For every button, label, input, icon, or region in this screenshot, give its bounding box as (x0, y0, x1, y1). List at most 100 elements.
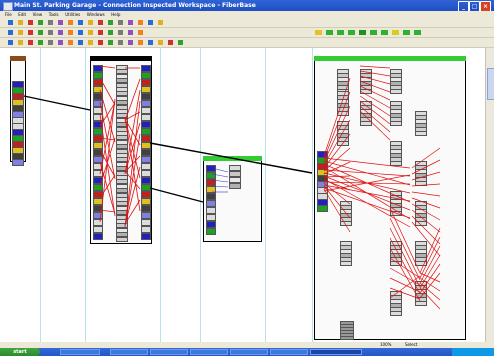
connection-line[interactable] (359, 90, 391, 109)
toolbar-button-icon[interactable] (359, 30, 366, 35)
connection-line[interactable] (124, 78, 141, 122)
toolbar-button-icon[interactable] (38, 20, 43, 25)
toolbar-button-icon[interactable] (48, 30, 53, 35)
connection-line[interactable] (411, 209, 441, 233)
connection-line[interactable] (411, 221, 441, 257)
toolbar-button-icon[interactable] (128, 40, 133, 45)
menu-help[interactable]: Help (111, 11, 120, 18)
connection-line[interactable] (99, 98, 116, 223)
connection-line[interactable] (411, 147, 441, 169)
toolbar-button-icon[interactable] (138, 30, 143, 35)
toolbar-button-icon[interactable] (118, 20, 123, 25)
toolbar-button-icon[interactable] (128, 30, 133, 35)
toolbar-button-icon[interactable] (58, 40, 63, 45)
connection-line[interactable] (323, 187, 411, 219)
connection-line[interactable] (149, 187, 204, 203)
toolbar-button-icon[interactable] (8, 20, 13, 25)
toolbar-button-icon[interactable] (178, 40, 183, 45)
toolbar-button-icon[interactable] (326, 30, 333, 35)
toolbar-button-icon[interactable] (28, 40, 33, 45)
toolbar-button-icon[interactable] (118, 30, 123, 35)
toolbar-button-icon[interactable] (18, 30, 23, 35)
toolbar-button-icon[interactable] (88, 20, 93, 25)
toolbar-button-icon[interactable] (403, 30, 410, 35)
toolbar-button-icon[interactable] (88, 40, 93, 45)
connection-line[interactable] (411, 215, 441, 245)
taskbar-item[interactable] (230, 349, 268, 355)
toolbar-button-icon[interactable] (414, 30, 421, 35)
connection-line[interactable] (99, 209, 116, 213)
connection-line[interactable] (411, 171, 441, 181)
vertical-scrollbar[interactable] (485, 48, 494, 342)
connection-line[interactable] (411, 191, 441, 197)
toolbar-button-icon[interactable] (38, 40, 43, 45)
taskbar-item[interactable] (150, 349, 188, 355)
toolbar-button-icon[interactable] (381, 30, 388, 35)
connection-line[interactable] (124, 170, 141, 190)
connection-line[interactable] (359, 105, 391, 133)
toolbar-button-icon[interactable] (108, 40, 113, 45)
toolbar-button-icon[interactable] (98, 30, 103, 35)
connection-line[interactable] (23, 95, 91, 111)
connection-line[interactable] (99, 77, 116, 106)
toolbar-button-icon[interactable] (58, 20, 63, 25)
menu-tools[interactable]: Tools (49, 11, 59, 18)
menu-view[interactable]: View (33, 11, 43, 18)
toolbar-button-icon[interactable] (392, 30, 399, 35)
toolbar-button-icon[interactable] (38, 30, 43, 35)
toolbar-button-icon[interactable] (108, 20, 113, 25)
connection-line[interactable] (389, 237, 421, 295)
toolbar-button-icon[interactable] (28, 20, 33, 25)
start-button[interactable]: start (0, 348, 40, 356)
connection-line[interactable] (389, 247, 421, 302)
toolbar-button-icon[interactable] (98, 40, 103, 45)
menu-file[interactable]: File (5, 11, 12, 18)
toolbar-button-icon[interactable] (98, 20, 103, 25)
connection-line[interactable] (323, 175, 351, 178)
toolbar-button-icon[interactable] (18, 40, 23, 45)
toolbar-button-icon[interactable] (158, 40, 163, 45)
connection-line[interactable] (323, 174, 411, 192)
toolbar-button-icon[interactable] (337, 30, 344, 35)
connection-line[interactable] (323, 91, 351, 160)
toolbar-button-icon[interactable] (68, 40, 73, 45)
toolbar-button-icon[interactable] (48, 40, 53, 45)
toolbar-button-icon[interactable] (138, 40, 143, 45)
workspace-canvas[interactable] (0, 48, 486, 342)
menu-windows[interactable]: Windows (87, 11, 105, 18)
connection-line[interactable] (359, 100, 391, 125)
taskbar-item[interactable] (110, 349, 148, 355)
toolbar-button-icon[interactable] (78, 20, 83, 25)
connection-line[interactable] (211, 185, 229, 188)
connection-line[interactable] (149, 142, 313, 174)
connection-line[interactable] (99, 65, 116, 69)
toolbar-button-icon[interactable] (28, 30, 33, 35)
connection-line[interactable] (359, 70, 391, 77)
toolbar-button-icon[interactable] (68, 20, 73, 25)
toolbar-button-icon[interactable] (168, 40, 173, 45)
toolbar-button-icon[interactable] (138, 20, 143, 25)
toolbar-button-icon[interactable] (48, 20, 53, 25)
taskbar-item[interactable] (270, 349, 308, 355)
toolbar-button-icon[interactable] (148, 20, 153, 25)
taskbar-item[interactable] (190, 349, 228, 355)
connection-line[interactable] (389, 275, 421, 299)
toolbar-button-icon[interactable] (58, 30, 63, 35)
connection-line[interactable] (419, 227, 441, 274)
menu-utilities[interactable]: Utilities (65, 11, 80, 18)
connection-line[interactable] (411, 159, 441, 175)
toolbar-button-icon[interactable] (18, 20, 23, 25)
menu-edit[interactable]: Edit (18, 11, 26, 18)
toolbar-button-icon[interactable] (118, 40, 123, 45)
connection-line[interactable] (359, 95, 391, 117)
connection-line[interactable] (211, 179, 229, 183)
toolbar-button-icon[interactable] (78, 30, 83, 35)
toolbar-button-icon[interactable] (108, 30, 113, 35)
toolbar-button-icon[interactable] (370, 30, 377, 35)
connection-line[interactable] (323, 119, 351, 166)
toolbar-button-icon[interactable] (148, 40, 153, 45)
toolbar-button-icon[interactable] (88, 30, 93, 35)
connection-line[interactable] (323, 77, 351, 157)
connection-line[interactable] (359, 85, 391, 101)
connection-line[interactable] (389, 227, 421, 288)
